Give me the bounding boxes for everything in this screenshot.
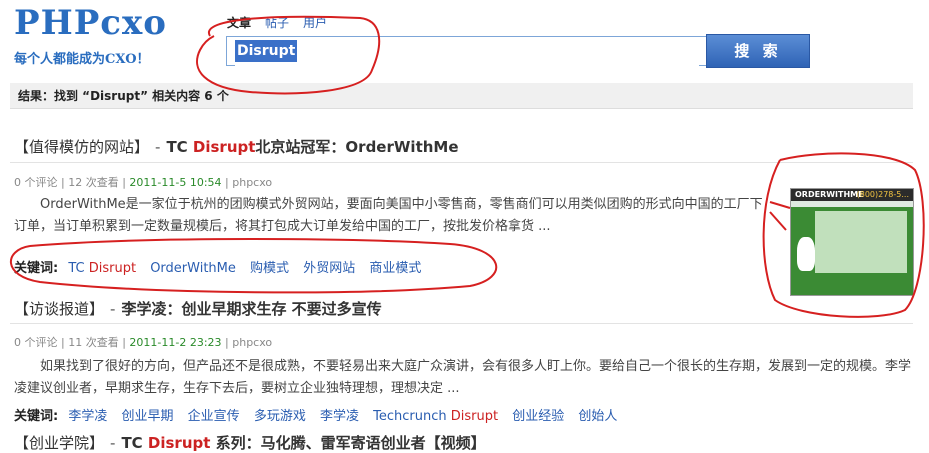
keyword-link[interactable]: 商业模式 xyxy=(369,261,421,276)
result-meta: 0 个评论 | 12 次查看 | 2011-11-5 10:54 | phpcx… xyxy=(14,176,273,189)
keyword-list: 关键词: 李学凌 创业早期 企业宣传 多玩游戏 李学凌 Techcrunch D… xyxy=(14,405,627,424)
result-section[interactable]: 【访谈报道】 xyxy=(14,300,104,318)
keyword-link[interactable]: 创业经验 xyxy=(512,409,564,424)
comment-count[interactable]: 0 个评论 xyxy=(14,176,58,189)
keyword-link[interactable]: TC Disrupt xyxy=(68,261,136,276)
tab-users[interactable]: 用户 xyxy=(303,14,327,31)
view-count: 11 次查看 xyxy=(68,336,119,349)
result-section[interactable]: 【创业学院】 xyxy=(14,434,104,452)
result-title[interactable]: 【创业学院】 - TC Disrupt 系列：马化腾、雷军寄语创业者【视频】 xyxy=(14,432,486,453)
result-thumbnail[interactable]: ORDERWITHME (800)278-5... xyxy=(790,188,914,296)
thumbnail-header: ORDERWITHME xyxy=(795,190,864,199)
divider xyxy=(10,323,913,324)
search-selected-text: Disrupt xyxy=(235,40,298,62)
keyword-link[interactable]: OrderWithMe xyxy=(150,261,236,276)
logo-text[interactable]: PHPcxo xyxy=(14,4,167,42)
keyword-link[interactable]: 多玩游戏 xyxy=(254,409,306,424)
site-logo[interactable]: PHPcxo 每个人都能成为CXO！ xyxy=(14,4,167,67)
keyword-link[interactable]: 李学凌 xyxy=(320,409,359,424)
view-count: 12 次查看 xyxy=(68,176,119,189)
search-box xyxy=(226,36,706,66)
keyword-list: 关键词: TC Disrupt OrderWithMe 购模式 外贸网站 商业模… xyxy=(14,257,431,276)
author[interactable]: phpcxo xyxy=(232,176,272,189)
keyword-link[interactable]: 创始人 xyxy=(578,409,617,424)
result-meta: 0 个评论 | 11 次查看 | 2011-11-2 23:23 | phpcx… xyxy=(14,336,273,349)
highlight-term: Disrupt xyxy=(192,138,256,156)
title-dash: - xyxy=(110,300,116,318)
tab-posts[interactable]: 帖子 xyxy=(265,14,289,31)
keyword-link[interactable]: 外贸网站 xyxy=(303,261,355,276)
keyword-link[interactable]: Techcrunch Disrupt xyxy=(373,409,498,424)
title-dash: - xyxy=(110,434,116,452)
post-date: 2011-11-5 10:54 xyxy=(129,176,222,189)
result-title[interactable]: 【值得模仿的网站】 - TC Disrupt北京站冠军：OrderWithMe xyxy=(14,136,459,157)
search-input[interactable] xyxy=(235,38,699,66)
thumbnail-panel xyxy=(815,211,907,273)
result-summary: 结果：找到 “Disrupt” 相关内容 6 个 xyxy=(10,83,913,109)
search-tabs: 文章 帖子 用户 xyxy=(227,14,327,31)
keyword-link[interactable]: 创业早期 xyxy=(122,409,174,424)
keyword-link[interactable]: 企业宣传 xyxy=(188,409,240,424)
result-summary-text: OrderWithMe是一家位于杭州的团购模式外贸网站，要面向美国中小零售商，零… xyxy=(14,197,763,234)
keyword-link[interactable]: 购模式 xyxy=(250,261,289,276)
keyword-link[interactable]: 李学凌 xyxy=(68,409,107,424)
keywords-label: 关键词: xyxy=(14,409,59,424)
logo-slogan: 每个人都能成为CXO！ xyxy=(14,52,150,67)
search-button[interactable]: 搜 索 xyxy=(706,34,810,68)
divider xyxy=(10,162,913,163)
result-link[interactable]: TC Disrupt北京站冠军：OrderWithMe xyxy=(166,138,458,156)
author[interactable]: phpcxo xyxy=(232,336,272,349)
result-link[interactable]: 李学凌：创业早期求生存 不要过多宣传 xyxy=(121,300,381,318)
comment-count[interactable]: 0 个评论 xyxy=(14,336,58,349)
post-date: 2011-11-2 23:23 xyxy=(129,336,222,349)
result-section[interactable]: 【值得模仿的网站】 xyxy=(14,138,149,156)
thumbnail-phone: (800)278-5... xyxy=(856,190,909,199)
keywords-label: 关键词: xyxy=(14,261,59,276)
panda-image xyxy=(797,237,815,271)
highlight-term: Disrupt xyxy=(147,434,211,452)
title-dash: - xyxy=(155,138,161,156)
result-title[interactable]: 【访谈报道】 - 李学凌：创业早期求生存 不要过多宣传 xyxy=(14,298,382,319)
result-link[interactable]: TC Disrupt 系列：马化腾、雷军寄语创业者【视频】 xyxy=(121,434,485,452)
tab-articles[interactable]: 文章 xyxy=(227,14,251,31)
result-summary-text: 如果找到了很好的方向，但产品还不是很成熟，不要轻易出来大庭广众演讲，会有很多人盯… xyxy=(14,359,912,396)
